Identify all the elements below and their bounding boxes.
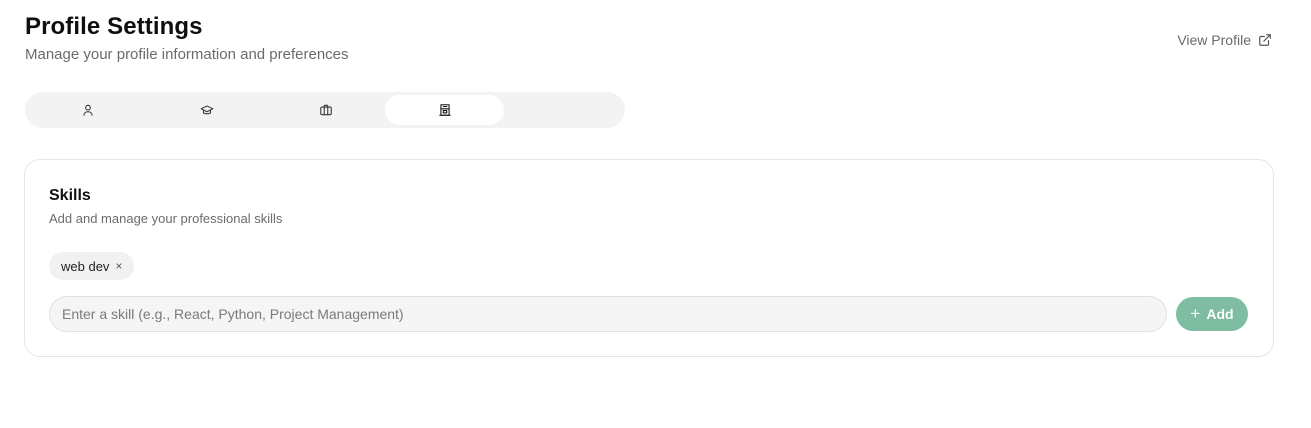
remove-skill-icon[interactable]: × <box>115 260 122 272</box>
skill-chip-label: web dev <box>61 258 110 274</box>
building-icon <box>438 104 451 116</box>
skill-input[interactable] <box>49 296 1167 332</box>
user-icon <box>82 104 93 116</box>
skills-card: Skills Add and manage your professional … <box>24 159 1274 357</box>
graduation-cap-icon <box>200 105 213 115</box>
briefcase-icon <box>319 104 332 116</box>
tab-personal[interactable] <box>28 95 147 125</box>
tab-skills[interactable] <box>385 95 504 125</box>
view-profile-label: View Profile <box>1177 32 1251 48</box>
page-title: Profile Settings <box>25 13 203 40</box>
external-link-icon <box>1259 34 1271 46</box>
settings-tabs <box>25 92 625 128</box>
tab-education[interactable] <box>147 95 266 125</box>
plus-icon: + <box>1190 304 1201 323</box>
view-profile-link[interactable]: View Profile <box>1177 31 1272 49</box>
page-header: Profile Settings Manage your profile inf… <box>25 12 349 65</box>
skills-description: Add and manage your professional skills <box>49 211 283 226</box>
skills-title: Skills <box>49 187 91 204</box>
add-skill-button[interactable]: + Add <box>1176 297 1248 331</box>
profile-settings-page: Profile Settings Manage your profile inf… <box>0 0 1311 428</box>
add-skill-label: Add <box>1206 306 1234 322</box>
tab-experience[interactable] <box>266 95 385 125</box>
skill-chip: web dev × <box>49 252 135 280</box>
page-subtitle: Manage your profile information and pref… <box>25 46 349 63</box>
